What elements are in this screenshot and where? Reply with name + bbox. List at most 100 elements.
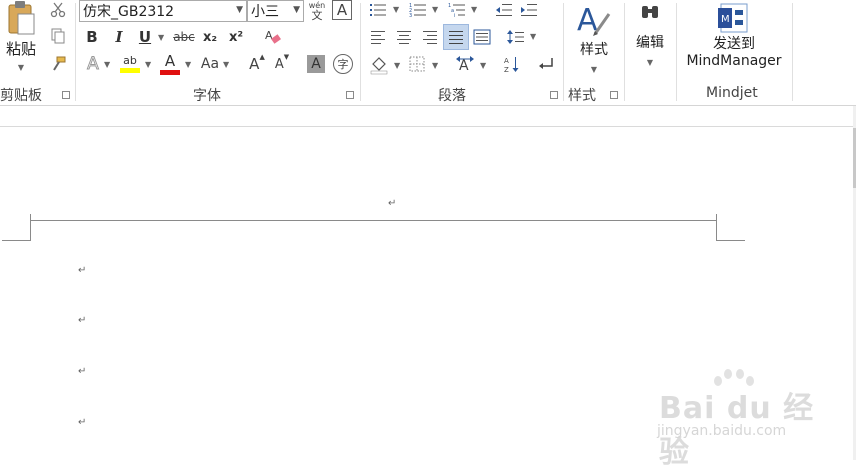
editing-label: 编辑 bbox=[636, 35, 664, 51]
grow-font-button[interactable]: A ▲ bbox=[246, 53, 268, 75]
cut-button[interactable] bbox=[48, 0, 68, 20]
chevron-down-icon[interactable]: ▼ bbox=[18, 63, 24, 72]
line-spacing-icon bbox=[507, 30, 524, 44]
chevron-down-icon[interactable]: ▼ bbox=[223, 60, 229, 69]
clipboard-dialog-launcher-icon[interactable] bbox=[62, 91, 70, 99]
increase-indent-icon bbox=[521, 4, 537, 16]
chevron-down-icon: ▼ bbox=[293, 5, 300, 15]
chevron-down-icon[interactable]: ▼ bbox=[394, 61, 400, 70]
subscript-button[interactable]: x₂ bbox=[200, 27, 220, 47]
paragraph-mark: ↵ bbox=[78, 315, 87, 326]
decrease-indent-icon bbox=[496, 4, 512, 16]
justify-button[interactable] bbox=[443, 24, 469, 50]
svg-text:A: A bbox=[459, 58, 469, 73]
decrease-indent-button[interactable] bbox=[493, 0, 515, 20]
clear-formatting-button[interactable]: A bbox=[262, 26, 284, 48]
font-dialog-launcher-icon[interactable] bbox=[346, 91, 354, 99]
font-color-button[interactable]: A bbox=[158, 52, 182, 76]
ribbon: 粘贴 ▼ 剪贴板 仿宋_GB2312 ▼ 小三 ▼ wén 文 A B I U … bbox=[0, 0, 856, 106]
chevron-down-icon[interactable]: ▼ bbox=[432, 61, 438, 70]
highlight-color-button[interactable]: ab bbox=[118, 52, 142, 76]
distributed-button[interactable] bbox=[471, 26, 493, 48]
change-case-button[interactable]: Aa bbox=[198, 53, 222, 75]
copy-button[interactable] bbox=[48, 26, 68, 46]
chevron-down-icon[interactable]: ▼ bbox=[480, 61, 486, 70]
increase-indent-button[interactable] bbox=[518, 0, 540, 20]
group-divider bbox=[792, 3, 793, 101]
chevron-down-icon: ▼ bbox=[236, 5, 243, 15]
styles-icon: A bbox=[577, 3, 611, 38]
font-size-value: 小三 bbox=[251, 4, 279, 20]
editing-button[interactable]: 编辑 ▼ bbox=[630, 0, 670, 80]
underline-button[interactable]: U bbox=[135, 27, 155, 47]
paragraph-mark-icon bbox=[539, 58, 553, 69]
borders-button[interactable] bbox=[406, 53, 428, 75]
chinese-layout-button[interactable]: A bbox=[453, 53, 477, 75]
svg-text:M: M bbox=[721, 14, 730, 25]
align-right-button[interactable] bbox=[419, 26, 441, 48]
strikethrough-button[interactable]: abc bbox=[171, 27, 197, 47]
chevron-down-icon[interactable]: ▼ bbox=[393, 5, 399, 14]
underline-glyph: U bbox=[138, 28, 152, 46]
paragraph-mark: ↵ bbox=[78, 366, 87, 377]
group-divider bbox=[75, 3, 76, 101]
align-center-button[interactable] bbox=[393, 26, 415, 48]
chevron-down-icon[interactable]: ▼ bbox=[432, 5, 438, 14]
paragraph-dialog-launcher-icon[interactable] bbox=[550, 91, 558, 99]
left-corner-mark-v bbox=[30, 214, 31, 241]
bullet-list-icon bbox=[370, 4, 386, 16]
watermark-url: jingyan.baidu.com bbox=[657, 423, 787, 439]
svg-text:A: A bbox=[265, 29, 273, 42]
font-name-combo[interactable]: 仿宋_GB2312 ▼ bbox=[79, 0, 247, 22]
text-effects-glyph: A bbox=[87, 54, 100, 75]
font-size-combo[interactable]: 小三 ▼ bbox=[247, 0, 304, 22]
styles-button[interactable]: A 样式 ▼ bbox=[570, 0, 618, 80]
font-group-label: 字体 bbox=[193, 88, 221, 104]
character-shading-button[interactable]: A bbox=[307, 55, 325, 73]
header-paragraph-mark: ↵ bbox=[388, 198, 397, 209]
text-effects-button[interactable]: A bbox=[82, 53, 104, 75]
chevron-down-icon[interactable]: ▼ bbox=[158, 33, 164, 42]
sort-button[interactable]: A Z bbox=[501, 53, 523, 75]
superscript-button[interactable]: x² bbox=[226, 27, 246, 47]
paste-button[interactable]: 粘贴 ▼ bbox=[2, 0, 40, 78]
bullets-button[interactable] bbox=[367, 0, 389, 20]
chevron-down-icon[interactable]: ▼ bbox=[145, 60, 151, 69]
binoculars-icon bbox=[642, 6, 658, 18]
paint-bucket-icon bbox=[370, 57, 388, 75]
format-painter-button[interactable] bbox=[48, 54, 68, 74]
header-boundary-line bbox=[0, 126, 856, 127]
enclose-characters-button[interactable]: 字 bbox=[333, 54, 353, 74]
phonetic-guide-button[interactable]: wén 文 bbox=[307, 0, 327, 22]
line-spacing-button[interactable] bbox=[505, 26, 527, 48]
clipboard-icon bbox=[8, 1, 35, 35]
align-left-button[interactable] bbox=[367, 26, 389, 48]
right-corner-mark-v bbox=[716, 214, 717, 241]
character-border-button[interactable]: A bbox=[332, 0, 352, 20]
enclose-characters-glyph: 字 bbox=[337, 58, 349, 71]
svg-text:3: 3 bbox=[409, 13, 412, 18]
show-hide-marks-button[interactable] bbox=[535, 53, 557, 75]
italic-button[interactable]: I bbox=[109, 27, 129, 47]
group-divider bbox=[360, 3, 361, 101]
eraser-icon: A bbox=[265, 29, 281, 44]
borders-icon bbox=[409, 56, 425, 72]
chevron-down-icon[interactable]: ▼ bbox=[471, 5, 477, 14]
align-left-icon bbox=[371, 31, 385, 44]
chevron-down-icon[interactable]: ▼ bbox=[185, 60, 191, 69]
shrink-font-glyph: A bbox=[274, 56, 284, 72]
styles-dialog-launcher-icon[interactable] bbox=[610, 91, 618, 99]
arrow-down-icon: ▼ bbox=[283, 53, 290, 61]
numbering-button[interactable]: 1 2 3 bbox=[407, 0, 429, 20]
bold-button[interactable]: B bbox=[82, 27, 102, 47]
shading-button[interactable] bbox=[367, 53, 391, 77]
multilevel-list-button[interactable]: 1 a i bbox=[446, 0, 468, 20]
shrink-font-button[interactable]: A ▼ bbox=[271, 53, 293, 75]
send-to-mindmanager-button[interactable]: M 发送到 MindManager bbox=[680, 0, 788, 80]
justify-icon bbox=[449, 31, 463, 44]
chevron-down-icon[interactable]: ▼ bbox=[104, 60, 110, 69]
grow-font-glyph: A bbox=[249, 55, 260, 73]
chevron-down-icon[interactable]: ▼ bbox=[530, 32, 536, 41]
left-corner-mark-h bbox=[2, 240, 31, 241]
mindmanager-icon: M bbox=[718, 3, 748, 33]
